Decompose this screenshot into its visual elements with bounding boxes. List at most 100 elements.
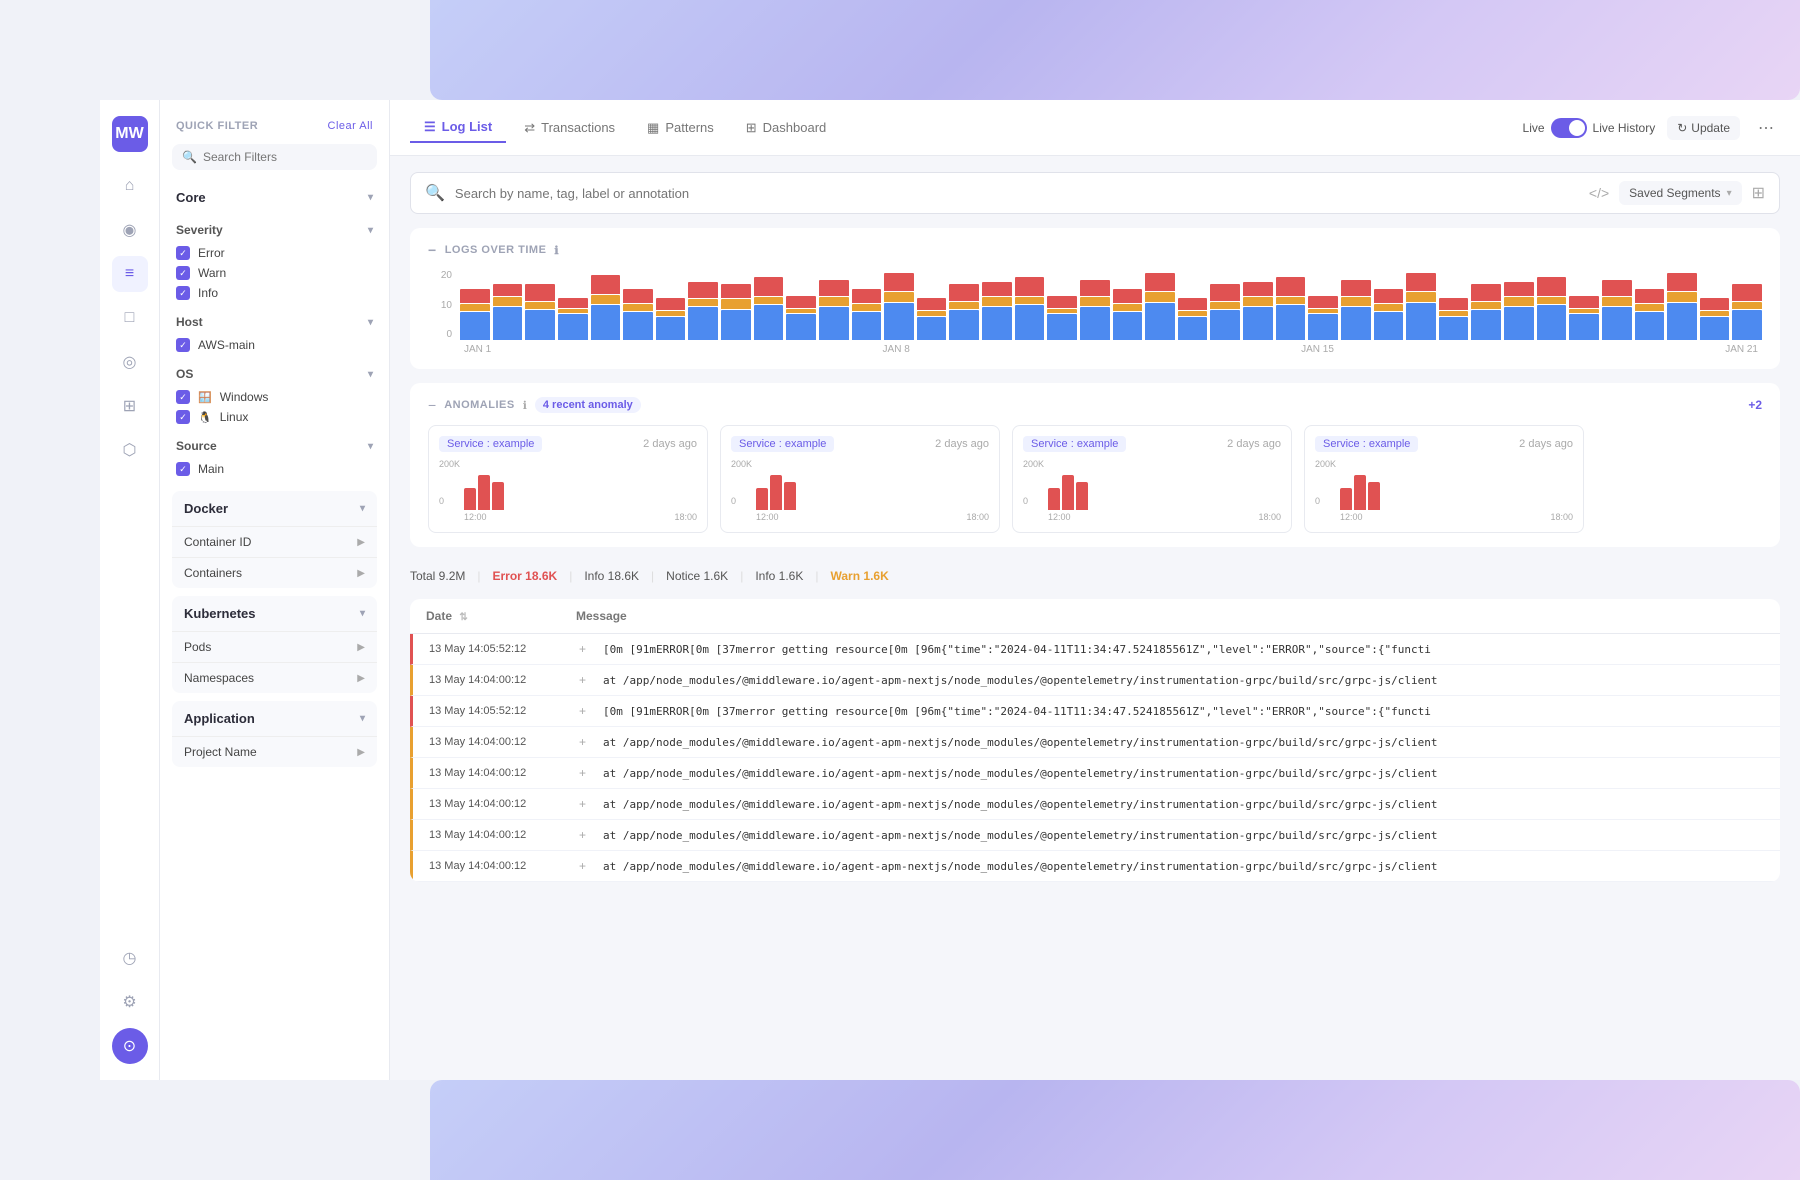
host-aws-item[interactable]: ✓ AWS-main [176, 335, 373, 355]
anomaly-card[interactable]: Service : example 2 days ago 200K 0 12:0… [428, 425, 708, 533]
bar-group[interactable] [1504, 282, 1534, 340]
source-main-checkbox[interactable]: ✓ [176, 462, 190, 476]
chart-info-icon[interactable]: ℹ [554, 244, 559, 257]
log-row[interactable]: 13 May 14:04:00:12 + at /app/node_module… [410, 789, 1780, 820]
bar-group[interactable] [1276, 277, 1306, 340]
os-windows-checkbox[interactable]: ✓ [176, 390, 190, 404]
filter-icon-btn[interactable]: ⊞ [1752, 183, 1765, 203]
severity-info-checkbox[interactable]: ✓ [176, 286, 190, 300]
bar-group[interactable] [1080, 280, 1110, 340]
list-icon[interactable]: ≡ [112, 256, 148, 292]
bar-group[interactable] [1178, 298, 1208, 340]
log-expand-btn[interactable]: + [579, 673, 603, 687]
home-icon[interactable]: ⌂ [112, 168, 148, 204]
bar-group[interactable] [982, 282, 1012, 340]
bar-group[interactable] [493, 284, 523, 340]
log-row[interactable]: 13 May 14:04:00:12 + at /app/node_module… [410, 665, 1780, 696]
live-toggle-switch[interactable] [1551, 118, 1587, 138]
anomalies-info-icon[interactable]: ℹ [523, 399, 527, 412]
kubernetes-header[interactable]: Kubernetes ▾ [172, 596, 377, 631]
host-header[interactable]: Host ▾ [176, 309, 373, 335]
settings-icon[interactable]: ⚙ [112, 984, 148, 1020]
log-row[interactable]: 13 May 14:04:00:12 + at /app/node_module… [410, 820, 1780, 851]
bot-icon[interactable]: ⬡ [112, 432, 148, 468]
log-row[interactable]: 13 May 14:04:00:12 + at /app/node_module… [410, 851, 1780, 882]
code-icon[interactable]: </> [1589, 185, 1609, 201]
bar-group[interactable] [1700, 298, 1730, 340]
tab-dashboard[interactable]: ⊞ Dashboard [732, 114, 841, 142]
saved-segments-dropdown[interactable]: Saved Segments ▾ [1619, 181, 1741, 205]
core-header[interactable]: Core ▾ [160, 182, 389, 213]
search-filter[interactable]: 🔍 [172, 144, 377, 170]
more-button[interactable]: ⋯ [1752, 114, 1780, 142]
log-expand-btn[interactable]: + [579, 642, 603, 656]
bar-group[interactable] [1374, 289, 1404, 340]
clear-all-button[interactable]: Clear All [328, 120, 373, 132]
bar-group[interactable] [917, 298, 947, 340]
bar-group[interactable] [786, 296, 816, 340]
help-icon[interactable]: ◷ [112, 940, 148, 976]
bar-group[interactable] [1439, 298, 1469, 340]
bar-group[interactable] [1471, 284, 1501, 340]
os-windows-item[interactable]: ✓ 🪟 Windows [176, 387, 373, 407]
host-aws-checkbox[interactable]: ✓ [176, 338, 190, 352]
bar-group[interactable] [1406, 273, 1436, 340]
anomaly-card[interactable]: Service : example 2 days ago 200K 0 12:0… [720, 425, 1000, 533]
bar-group[interactable] [656, 298, 686, 340]
monitor-icon[interactable]: ◉ [112, 212, 148, 248]
grid-icon[interactable]: ⊞ [112, 388, 148, 424]
bar-group[interactable] [591, 275, 621, 340]
bar-group[interactable] [1602, 280, 1632, 340]
bar-group[interactable] [1537, 277, 1567, 340]
log-expand-btn[interactable]: + [579, 766, 603, 780]
application-header[interactable]: Application ▾ [172, 701, 377, 736]
log-expand-btn[interactable]: + [579, 735, 603, 749]
bar-group[interactable] [1243, 282, 1273, 340]
source-header[interactable]: Source ▾ [176, 433, 373, 459]
source-main-item[interactable]: ✓ Main [176, 459, 373, 479]
anomaly-card[interactable]: Service : example 2 days ago 200K 0 12:0… [1304, 425, 1584, 533]
bar-group[interactable] [1113, 289, 1143, 340]
namespaces-item[interactable]: Namespaces ▶ [172, 662, 377, 693]
log-row[interactable]: 13 May 14:04:00:12 + at /app/node_module… [410, 758, 1780, 789]
bar-group[interactable] [1210, 284, 1240, 340]
tab-log-list[interactable]: ☰ Log List [410, 113, 506, 143]
bar-group[interactable] [460, 289, 490, 340]
bar-group[interactable] [1341, 280, 1371, 340]
severity-warn-checkbox[interactable]: ✓ [176, 266, 190, 280]
date-sort-icon[interactable]: ⇅ [459, 612, 467, 623]
bar-group[interactable] [623, 289, 653, 340]
log-expand-btn[interactable]: + [579, 828, 603, 842]
container-id-item[interactable]: Container ID ▶ [172, 526, 377, 557]
docker-header[interactable]: Docker ▾ [172, 491, 377, 526]
bar-group[interactable] [819, 280, 849, 340]
bar-group[interactable] [884, 273, 914, 340]
project-name-item[interactable]: Project Name ▶ [172, 736, 377, 767]
severity-info-item[interactable]: ✓ Info [176, 283, 373, 303]
document-icon[interactable]: □ [112, 300, 148, 336]
live-toggle[interactable]: Live Live History [1523, 118, 1656, 138]
chart-collapse-btn[interactable]: − [428, 242, 437, 258]
pods-item[interactable]: Pods ▶ [172, 631, 377, 662]
os-header[interactable]: OS ▾ [176, 361, 373, 387]
bar-group[interactable] [1667, 273, 1697, 340]
alert-icon[interactable]: ◎ [112, 344, 148, 380]
logo[interactable]: MW [112, 116, 148, 152]
user-avatar[interactable]: ⊙ [112, 1028, 148, 1064]
severity-warn-item[interactable]: ✓ Warn [176, 263, 373, 283]
bar-group[interactable] [852, 289, 882, 340]
bar-group[interactable] [1047, 296, 1077, 340]
anomalies-collapse-btn[interactable]: − [428, 397, 436, 413]
tab-transactions[interactable]: ⇄ Transactions [510, 114, 629, 142]
update-button[interactable]: ↻ Update [1667, 116, 1740, 140]
anomaly-card[interactable]: Service : example 2 days ago 200K 0 12:0… [1012, 425, 1292, 533]
bar-group[interactable] [1308, 296, 1338, 340]
severity-header[interactable]: Severity ▾ [176, 217, 373, 243]
bar-group[interactable] [558, 298, 588, 340]
bar-group[interactable] [688, 282, 718, 340]
bar-group[interactable] [525, 284, 555, 340]
bar-group[interactable] [721, 284, 751, 340]
log-expand-btn[interactable]: + [579, 797, 603, 811]
tab-patterns[interactable]: ▦ Patterns [633, 114, 728, 142]
log-row[interactable]: 13 May 14:05:52:12 + [0m [91mERROR[0m [3… [410, 696, 1780, 727]
